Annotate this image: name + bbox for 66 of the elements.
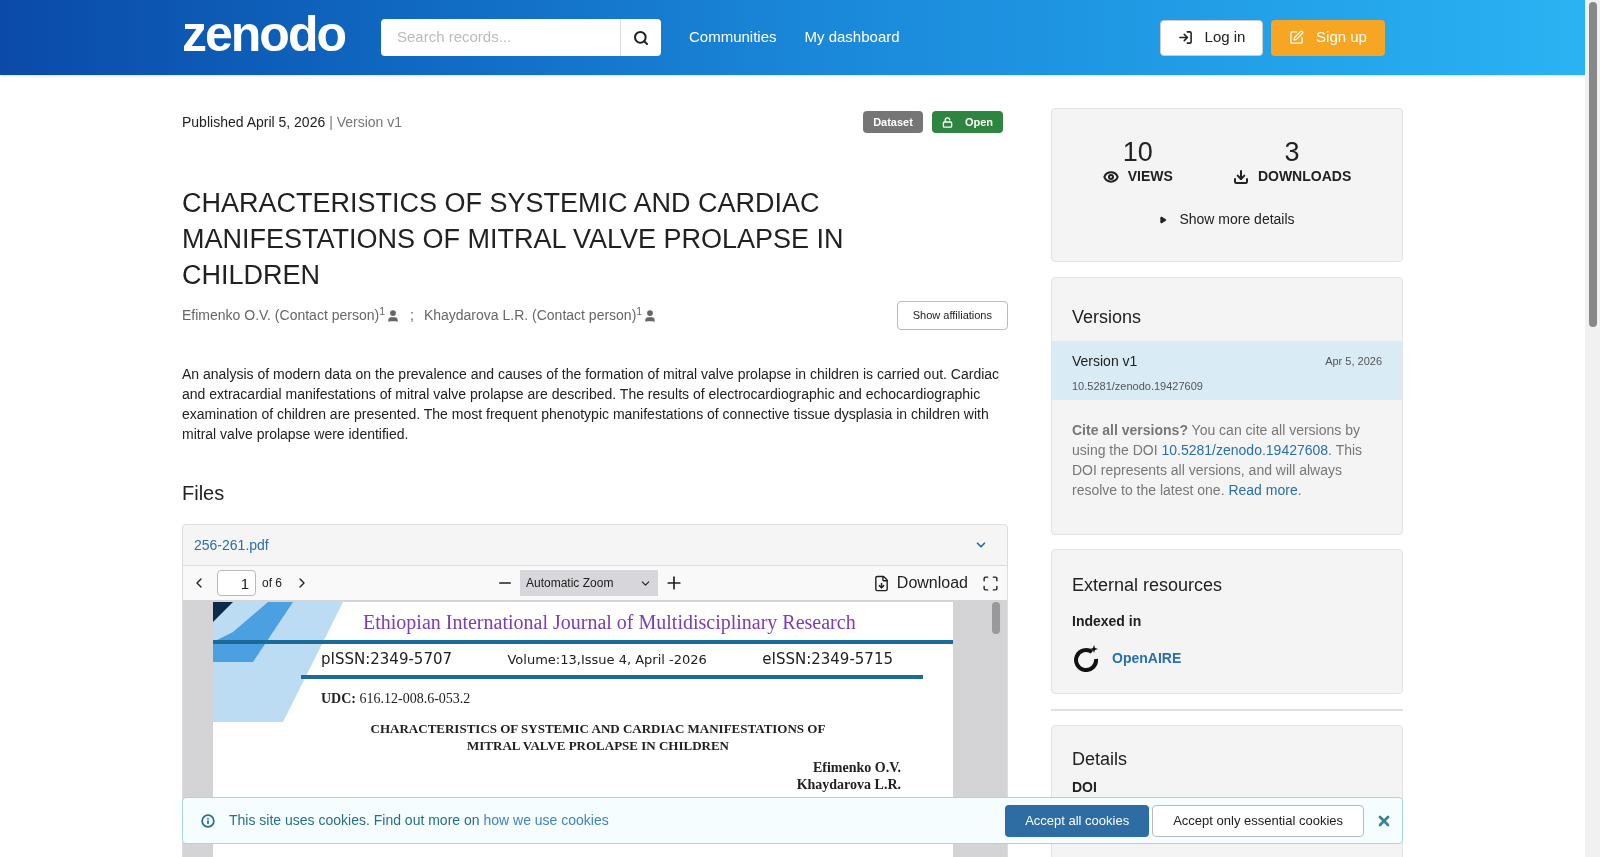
version-item[interactable]: Version v1 Apr 5, 2026 10.5281/zenodo.19427609	[1052, 341, 1402, 400]
person-icon	[643, 308, 658, 323]
indexed-label: Indexed in	[1072, 612, 1143, 631]
page-count: of 6	[262, 575, 282, 592]
journal-title: Ethiopian International Journal of Multidisciplinary Research	[363, 610, 856, 636]
views-label: VIEWS	[1102, 166, 1173, 187]
cookie-notice: This site uses cookies. Find out more on how we use cookies	[229, 811, 609, 830]
caret-icon	[1159, 215, 1168, 224]
edit-icon	[1289, 30, 1305, 45]
show-affiliations-button[interactable]: Show affiliations	[896, 301, 1008, 330]
unlock-icon	[941, 116, 953, 128]
type-badge: Dataset	[863, 110, 923, 134]
version-doi: 10.5281/zenodo.19427609	[1072, 379, 1204, 394]
card-heading: Versions	[1071, 306, 1143, 329]
record-title: CHARACTERISTICS OF SYSTEMIC AND CARDIAC MANIFESTATIONS OF MITRAL VALVE PROLAPSE IN CHILDREN	[182, 187, 845, 292]
document-author: Khaydarova L.R.	[796, 776, 901, 793]
scrollbar-thumb[interactable]	[992, 602, 1000, 634]
access-badge: Open	[931, 110, 1003, 134]
download-icon	[872, 574, 890, 592]
eye-icon	[1102, 168, 1119, 185]
document-title-line: MITRAL VALVE PROLAPSE IN CHILDREN	[467, 737, 729, 754]
document-title-line: CHARACTERISTICS OF SYSTEMIC AND CARDIAC MANIFESTATIONS OF	[370, 720, 826, 737]
read-more-link[interactable]: Read more	[1228, 482, 1298, 498]
pissn-text: pISSN:2349-5707	[321, 649, 453, 670]
fullscreen-icon[interactable]	[982, 574, 999, 592]
circular-arrow-icon	[1072, 644, 1100, 672]
volume-text: Volume:13,Issue 4, April -2026	[507, 650, 707, 669]
download-icon	[1232, 168, 1249, 185]
search-button[interactable]	[620, 19, 661, 56]
author-link[interactable]: Khaydarova L.R. (Contact person)$^{1}$	[423, 305, 643, 326]
file-link[interactable]: 256-261.pdf	[194, 534, 269, 556]
author-link[interactable]: Efimenko O.V. (Contact person)$^{1}$	[182, 305, 385, 326]
downloads-label: DOWNLOADS	[1232, 166, 1352, 187]
nav-link[interactable]: My dashboard	[804, 26, 900, 49]
nav-link[interactable]: Communities	[689, 26, 777, 49]
page-number-field[interactable]: 1	[217, 570, 256, 596]
udc-text: UDC: 616.12-008.6-053.2	[321, 690, 471, 708]
document-author: Efimenko O.V.	[812, 759, 901, 776]
publication-info: Published April 5, 2026 | Version v1	[182, 112, 403, 132]
section-heading: Files	[182, 481, 226, 506]
author-separator: ;	[410, 306, 414, 325]
card-heading: External resources	[1072, 574, 1224, 597]
views-count: 10	[1122, 139, 1153, 166]
openaire-link[interactable]: OpenAIRE	[1112, 647, 1182, 669]
field-label: DOI	[1072, 779, 1098, 795]
scrollbar-thumb[interactable]	[1588, 2, 1597, 327]
cite-note: Cite all versions? You can cite all versions by using the DOI 10.5281/zenodo.19427608. This DOI represents all versions, and will always resolve to the latest one. Read more.	[1071, 421, 1364, 500]
show-more-details-button[interactable]: Show more details	[1159, 209, 1295, 230]
info-icon	[201, 813, 215, 828]
login-icon	[1177, 30, 1193, 45]
version-date: Apr 5, 2026	[1325, 354, 1382, 370]
search-field[interactable]: Search records...	[381, 19, 620, 56]
version-label: Version v1	[1072, 352, 1138, 371]
cookie-policy-link[interactable]: how we use cookies	[483, 812, 609, 828]
download-button[interactable]: Download	[872, 571, 968, 595]
person-icon	[386, 308, 400, 323]
downloads-count: 3	[1284, 139, 1300, 166]
eissn-text: eISSN:2349-5715	[762, 649, 893, 670]
card-heading: Details	[1072, 748, 1129, 771]
abstract: An analysis of modern data on the prevalence and causes of the formation of mitral valve prolapse in children is carried out. Cardiac and extracardial manifestations of mitral valve prolapse are described. The results of electrocardiographic and echocardiographic examination of children are presented. The most frequent phenotypic manifestations of connective tissue dysplasia in children with mitral valve prolapse were identified.	[182, 365, 1001, 444]
zoom-select[interactable]: Automatic Zoom	[520, 570, 658, 596]
accept-essential-button[interactable]: Accept only essential cookies	[1152, 804, 1364, 837]
accept-all-button[interactable]: Accept all cookies	[1005, 804, 1150, 837]
search-icon	[633, 29, 649, 46]
logo[interactable]: zenodo	[182, 3, 345, 64]
login-button[interactable]: Log in	[1160, 19, 1263, 56]
